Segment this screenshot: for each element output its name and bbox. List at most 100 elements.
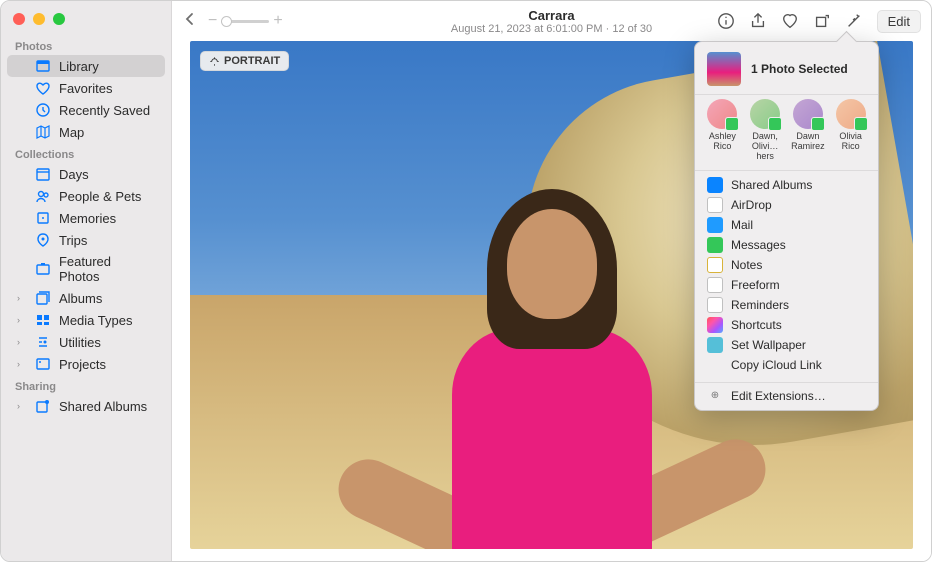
cloud-icon [707, 357, 723, 373]
notes-icon [707, 257, 723, 273]
wallpaper-icon [707, 337, 723, 353]
contact-name: Ashley Rico [701, 132, 743, 152]
extensions-icon: ⊕ [707, 388, 723, 404]
back-button[interactable] [182, 11, 198, 32]
share-item-reminders[interactable]: Reminders [695, 295, 878, 315]
edit-extensions-item[interactable]: ⊕ Edit Extensions… [695, 386, 878, 406]
portrait-badge-label: PORTRAIT [224, 55, 280, 67]
photo-title: Carrara [451, 8, 652, 23]
heart-icon [35, 80, 51, 96]
zoom-slider[interactable]: − + [208, 12, 283, 30]
info-button[interactable] [717, 12, 735, 30]
sidebar-item-map[interactable]: Map [7, 121, 165, 143]
share-item-set-wallpaper[interactable]: Set Wallpaper [695, 335, 878, 355]
share-item-airdrop[interactable]: AirDrop [695, 195, 878, 215]
share-item-shortcuts[interactable]: Shortcuts [695, 315, 878, 335]
trips-icon [35, 232, 51, 248]
freeform-icon [707, 277, 723, 293]
sidebar-item-media-types[interactable]: ›Media Types [7, 309, 165, 331]
share-item-label: Messages [731, 238, 786, 252]
shared-icon [707, 177, 723, 193]
share-item-shared-albums[interactable]: Shared Albums [695, 175, 878, 195]
sidebar-item-people-pets[interactable]: People & Pets [7, 185, 165, 207]
share-item-label: AirDrop [731, 198, 772, 212]
sidebar-item-recently-saved[interactable]: Recently Saved [7, 99, 165, 121]
share-popover: 1 Photo Selected Ashley RicoDawn, Olivi…… [694, 41, 879, 411]
portrait-badge: PORTRAIT [200, 51, 289, 71]
sidebar-item-label: Shared Albums [59, 399, 147, 414]
sidebar-item-label: Featured Photos [59, 254, 155, 284]
share-button[interactable] [749, 12, 767, 30]
share-item-mail[interactable]: Mail [695, 215, 878, 235]
media-icon [35, 312, 51, 328]
sidebar-item-label: People & Pets [59, 189, 141, 204]
favorite-button[interactable] [781, 12, 799, 30]
share-item-label: Reminders [731, 298, 789, 312]
clock-icon [35, 102, 51, 118]
sidebar-item-label: Days [59, 167, 89, 182]
share-contact[interactable]: Dawn Ramirez [787, 99, 829, 162]
sidebar-item-label: Memories [59, 211, 116, 226]
sidebar-item-label: Albums [59, 291, 102, 306]
sidebar-section-header: Sharing [1, 375, 171, 395]
sidebar-item-featured-photos[interactable]: Featured Photos [7, 251, 165, 287]
messages-icon [707, 237, 723, 253]
airdrop-icon [707, 197, 723, 213]
sidebar-item-label: Favorites [59, 81, 112, 96]
edit-extensions-label: Edit Extensions… [731, 389, 826, 403]
share-item-label: Freeform [731, 278, 780, 292]
share-item-label: Shared Albums [731, 178, 812, 192]
window-controls [1, 7, 171, 35]
minimize-window-button[interactable] [33, 13, 45, 25]
share-contact[interactable]: Olivia Rico [830, 99, 872, 162]
contact-name: Olivia Rico [830, 132, 872, 152]
sidebar-item-library[interactable]: Library [7, 55, 165, 77]
sidebar-item-label: Recently Saved [59, 103, 150, 118]
sidebar-item-label: Media Types [59, 313, 132, 328]
sidebar-item-shared-albums[interactable]: › Shared Albums [7, 395, 165, 417]
reminders-icon [707, 297, 723, 313]
calendar-icon [35, 166, 51, 182]
share-item-notes[interactable]: Notes [695, 255, 878, 275]
sidebar-section-header: Photos [1, 35, 171, 55]
chevron-right-icon: › [17, 359, 27, 369]
share-item-label: Set Wallpaper [731, 338, 806, 352]
auto-enhance-button[interactable] [845, 12, 863, 30]
chevron-right-icon: › [17, 401, 27, 411]
photo-subtitle: August 21, 2023 at 6:01:00 PM · 12 of 30 [451, 23, 652, 35]
share-item-label: Notes [731, 258, 762, 272]
contact-name: Dawn, Olivi…hers [744, 132, 786, 162]
sidebar-item-label: Map [59, 125, 84, 140]
zoom-thumb[interactable] [221, 16, 232, 27]
share-contact[interactable]: Ashley Rico [701, 99, 743, 162]
sidebar-item-favorites[interactable]: Favorites [7, 77, 165, 99]
chevron-right-icon: › [17, 293, 27, 303]
sidebar-item-memories[interactable]: Memories [7, 207, 165, 229]
share-item-label: Shortcuts [731, 318, 782, 332]
sidebar-item-utilities[interactable]: ›Utilities [7, 331, 165, 353]
share-item-messages[interactable]: Messages [695, 235, 878, 255]
sidebar-item-label: Library [59, 59, 99, 74]
utilities-icon [35, 334, 51, 350]
share-item-copy-icloud-link[interactable]: Copy iCloud Link [695, 355, 878, 375]
share-contact[interactable]: Dawn, Olivi…hers [744, 99, 786, 162]
sidebar-item-days[interactable]: Days [7, 163, 165, 185]
avatar [836, 99, 866, 129]
sidebar-item-trips[interactable]: Trips [7, 229, 165, 251]
rotate-button[interactable] [813, 12, 831, 30]
maximize-window-button[interactable] [53, 13, 65, 25]
map-icon [35, 124, 51, 140]
zoom-track[interactable] [221, 20, 269, 23]
share-item-label: Mail [731, 218, 753, 232]
featured-icon [35, 261, 51, 277]
sidebar-item-projects[interactable]: ›Projects [7, 353, 165, 375]
edit-button[interactable]: Edit [877, 10, 921, 33]
sidebar-item-label: Trips [59, 233, 87, 248]
contact-name: Dawn Ramirez [787, 132, 829, 152]
albums-icon [35, 290, 51, 306]
sidebar: PhotosLibraryFavoritesRecently SavedMapC… [1, 1, 172, 561]
share-item-freeform[interactable]: Freeform [695, 275, 878, 295]
sidebar-item-albums[interactable]: › Albums [7, 287, 165, 309]
avatar [793, 99, 823, 129]
close-window-button[interactable] [13, 13, 25, 25]
